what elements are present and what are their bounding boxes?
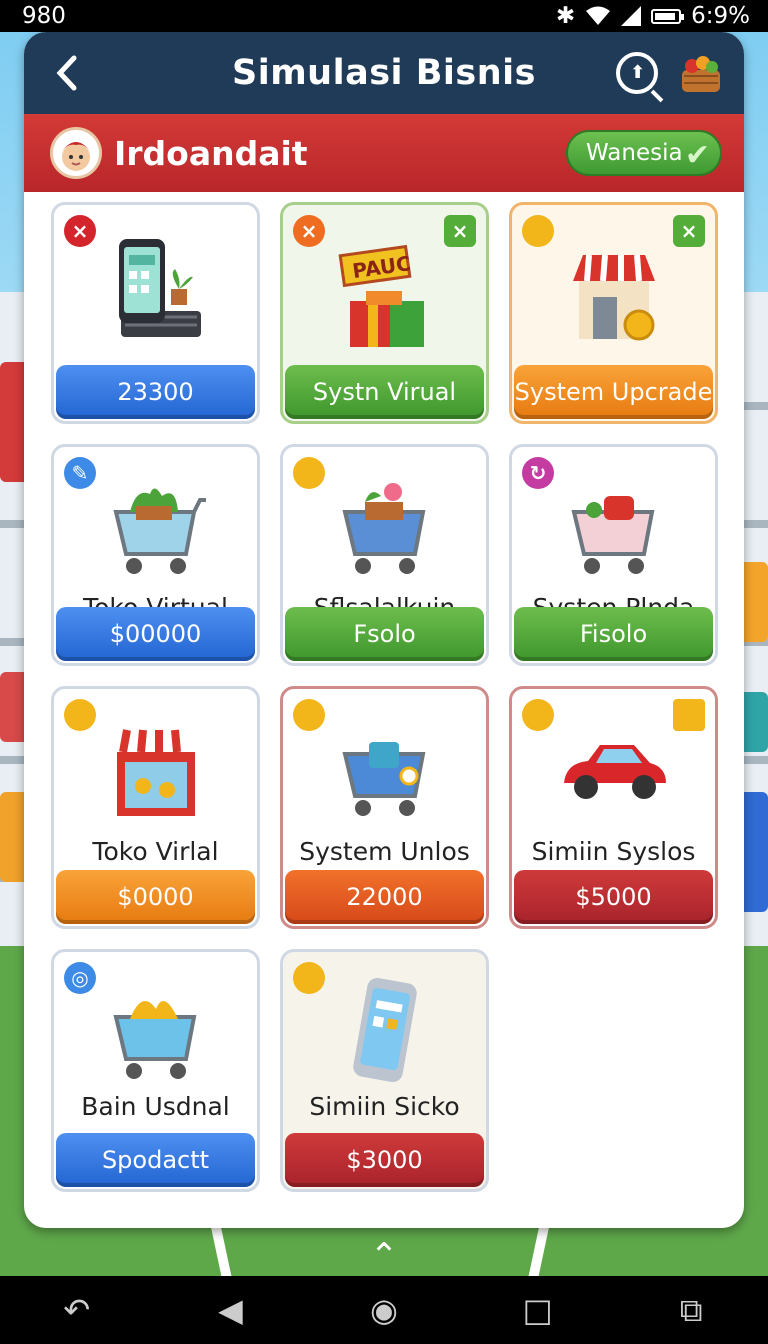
item-card-flower-cart[interactable]: Sflsalalkuin Fsolo — [280, 444, 489, 666]
item-action-button[interactable]: Systn Virual — [285, 365, 484, 419]
user-bar: Irdoandait Wanesia ✔ — [24, 114, 744, 192]
market-stall-icon — [54, 701, 257, 841]
shopping-cart-flower-icon — [283, 459, 486, 599]
status-time: 980 — [22, 3, 66, 29]
item-price-button[interactable]: $5000 — [514, 870, 713, 924]
item-title: Simiin Sicko — [309, 1092, 460, 1121]
item-card-smartphone[interactable]: Simiin Sicko $3000 — [280, 949, 489, 1192]
username: Irdoandait — [114, 133, 308, 173]
avatar-face-icon — [62, 142, 90, 171]
fruit-basket-icon[interactable] — [678, 50, 724, 96]
check-icon: ✔ — [684, 138, 710, 173]
item-title: System Unlos — [299, 837, 470, 866]
item-title: Bain Usdnal — [81, 1092, 230, 1121]
shopping-cart-plant-icon — [54, 459, 257, 599]
search-icon: ⬆ — [630, 62, 646, 83]
item-action-button[interactable]: Fsolo — [285, 607, 484, 661]
upgrade-button[interactable]: System Upcrade — [514, 365, 713, 419]
store-building-icon — [512, 223, 715, 363]
status-tag-button[interactable]: Wanesia ✔ — [566, 130, 722, 176]
signal-icon — [621, 6, 642, 26]
battery-icon — [651, 8, 685, 24]
item-card-system-unlos[interactable]: System Unlos 22000 — [280, 686, 489, 929]
home-circle-icon[interactable]: ◉ — [359, 1285, 409, 1335]
item-card-toko-virtual[interactable]: ✎ Toko Virtual $00000 — [51, 444, 260, 666]
item-action-button[interactable]: Spodactt — [56, 1133, 255, 1187]
search-button[interactable]: ⬆ — [616, 52, 658, 94]
battery-percent: 6:9% — [691, 3, 750, 29]
shopping-cart-gift-icon — [283, 701, 486, 841]
red-car-icon — [512, 701, 715, 841]
status-bar: 980 ✱ 6:9% — [0, 0, 768, 32]
chevron-up-icon[interactable]: ⌃ — [364, 1236, 404, 1276]
screenshot-icon[interactable]: ⧉ — [666, 1285, 716, 1335]
item-card-phone[interactable]: × 23300 — [51, 202, 260, 424]
status-tag-label: Wanesia — [586, 140, 683, 166]
item-action-button[interactable]: Fisolo — [514, 607, 713, 661]
bluetooth-icon: ✱ — [555, 3, 576, 29]
item-card-produce-cart[interactable]: ↻ Systen Plnda Fisolo — [509, 444, 718, 666]
smartphone-keyboard-icon — [54, 223, 257, 363]
wifi-icon — [586, 6, 611, 25]
top-bar: Simulasi Bisnis ⬆ — [24, 32, 744, 114]
item-card-store-upgrade[interactable]: × System Upcrade — [509, 202, 718, 424]
business-simulation-panel: Simulasi Bisnis ⬆ Irdoandait Wanesia ✔ ×… — [24, 32, 744, 1228]
item-title: Simiin Syslos — [531, 837, 696, 866]
item-price-button[interactable]: 23300 — [56, 365, 255, 419]
business-item-grid: × 23300 × × PAUC Systn Virual × System U… — [24, 202, 744, 1192]
smartphone-icon — [283, 964, 486, 1104]
gift-stall-icon: PAUC — [283, 223, 486, 363]
item-card-gift-shop[interactable]: × × PAUC Systn Virual — [280, 202, 489, 424]
item-price-button[interactable]: $3000 — [285, 1133, 484, 1187]
item-card-toko-virlal[interactable]: Toko Virlal $0000 — [51, 686, 260, 929]
back-chevron-icon — [56, 55, 77, 91]
item-price-button[interactable]: $00000 — [56, 607, 255, 661]
system-nav-bar: ↶ ◀ ◉ □ ⧉ — [0, 1276, 768, 1344]
item-card-bain-usdnal[interactable]: ◎ Bain Usdnal Spodactt — [51, 949, 260, 1192]
item-price-button[interactable]: 22000 — [285, 870, 484, 924]
undo-arrow-icon[interactable]: ↶ — [52, 1285, 102, 1335]
status-icons: ✱ 6:9% — [556, 3, 750, 29]
shopping-cart-bananas-icon — [54, 964, 257, 1104]
item-price-button[interactable]: $0000 — [56, 870, 255, 924]
back-triangle-icon[interactable]: ◀ — [205, 1285, 255, 1335]
item-title: Toko Virlal — [92, 837, 219, 866]
shopping-cart-produce-icon — [512, 459, 715, 599]
back-button[interactable] — [48, 50, 88, 96]
avatar[interactable] — [50, 127, 102, 179]
item-card-car[interactable]: Simiin Syslos $5000 — [509, 686, 718, 929]
recents-square-icon[interactable]: □ — [513, 1285, 563, 1335]
